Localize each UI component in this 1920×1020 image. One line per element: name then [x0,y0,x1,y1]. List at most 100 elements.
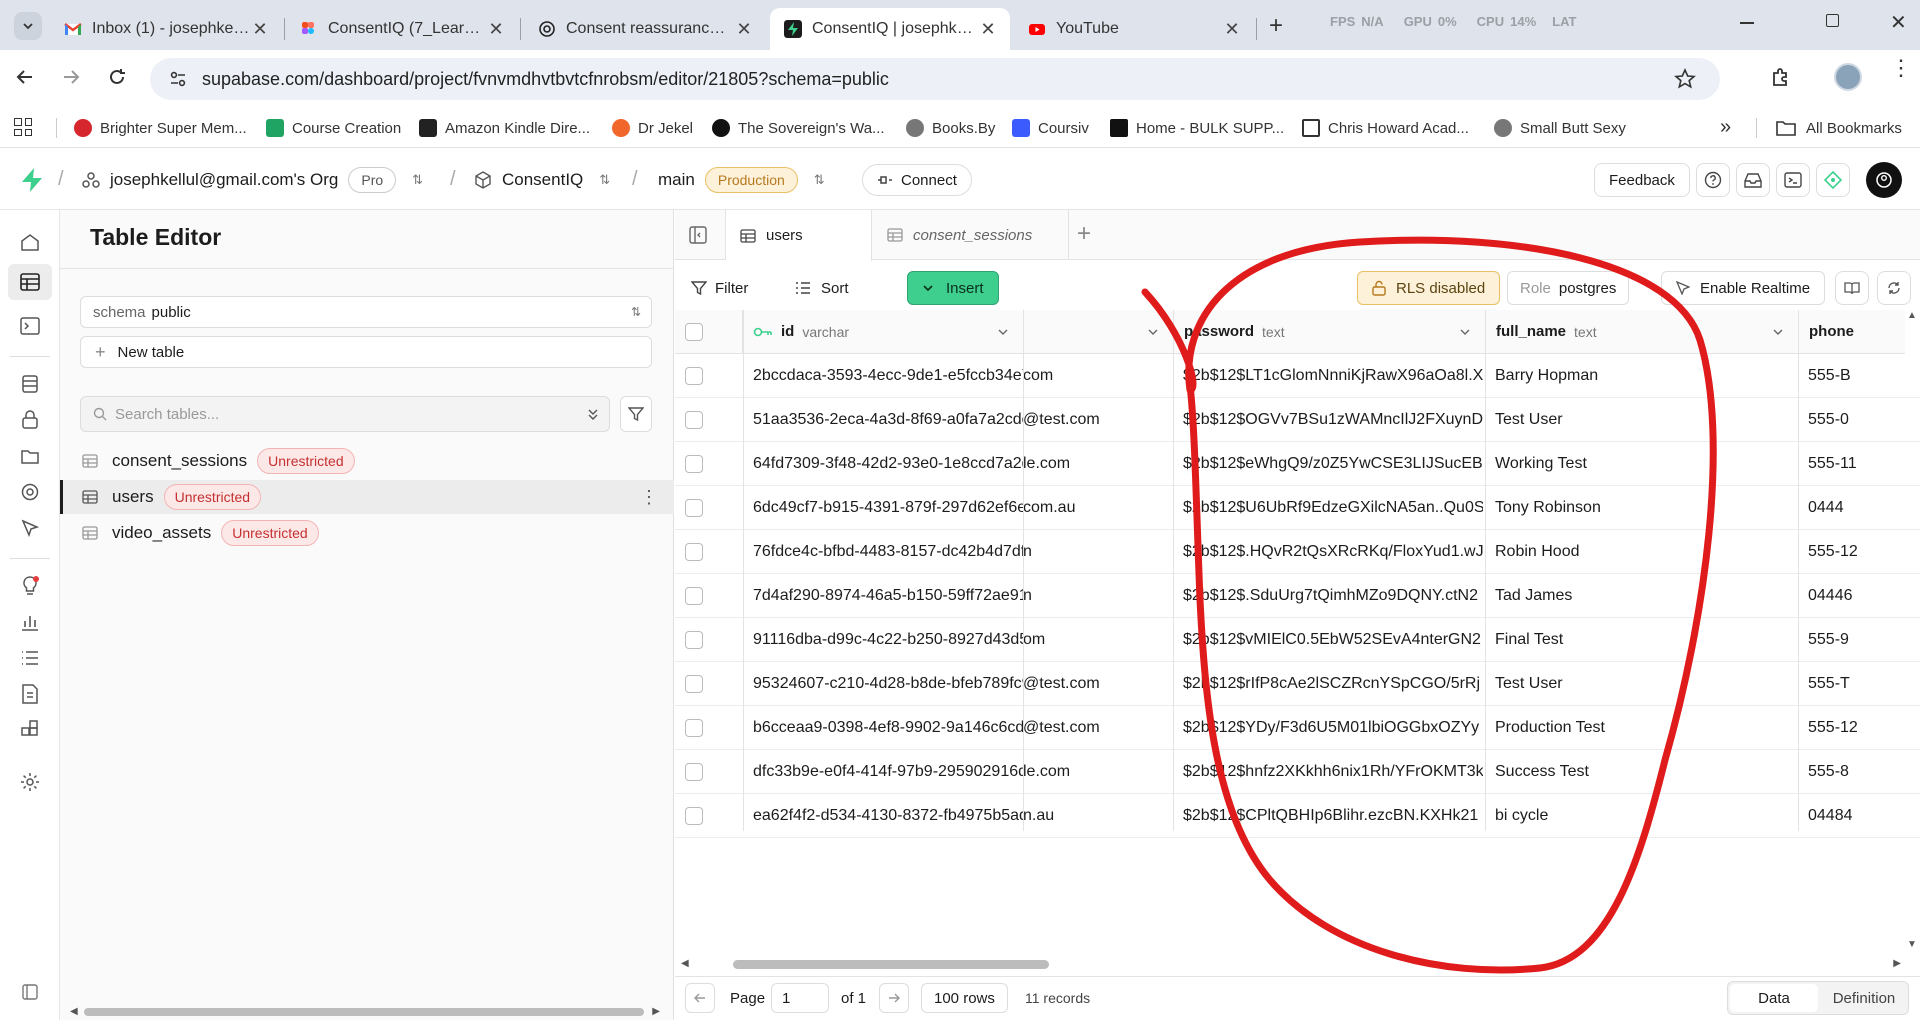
cell-id[interactable]: b6cceaa9-0398-4ef8-9902-9a146c6cdbc [753,706,1023,750]
cell-phone[interactable]: 555-12 [1808,530,1904,574]
cell-full-name[interactable]: Test User [1495,662,1795,706]
address-bar[interactable]: supabase.com/dashboard/project/fvnvmdhvt… [150,58,1720,100]
schema-selector[interactable]: schema public ⇅ [80,296,652,328]
cell-password[interactable]: $2b$12$OGVv7BSu1zWAMncIlJ2FXuynD [1183,398,1483,442]
row-checkbox[interactable] [685,631,703,649]
add-tab-button[interactable]: + [1077,220,1091,248]
enable-realtime-button[interactable]: Enable Realtime [1661,271,1826,305]
close-icon[interactable]: ✕ [978,19,998,40]
cell-password[interactable]: $2b$12$U6UbRf9EdzeGXilcNA5an..Qu0S [1183,486,1483,530]
terminal-button[interactable] [1776,163,1810,197]
table-row[interactable]: 7d4af290-8974-46a5-b150-59ff72ae91a3 n $2b… [675,574,1920,618]
rls-disabled-button[interactable]: RLS disabled [1357,271,1501,305]
scroll-up-icon[interactable]: ▲ [1907,310,1917,321]
ai-assistant-button[interactable] [1816,163,1850,197]
definition-tab[interactable]: Definition [1820,982,1908,1014]
cell-phone[interactable]: 555-9 [1808,618,1904,662]
nav-api-docs[interactable] [16,680,44,708]
bookmark-item[interactable]: Home - BULK SUPP... [1110,116,1284,140]
cell-phone[interactable]: 555-12 [1808,706,1904,750]
column-header-email[interactable] [1023,310,1173,354]
row-checkbox[interactable] [685,587,703,605]
scroll-left-icon[interactable]: ◀ [70,1006,78,1017]
cell-email[interactable]: om [1023,618,1173,662]
table-row[interactable]: 64fd7309-3f48-42d2-93e0-1e8ccd7a2d12 le.c… [675,442,1920,486]
extensions-button[interactable] [1770,66,1792,88]
rows-per-page-selector[interactable]: 100 rows [921,983,1008,1013]
cell-phone[interactable]: 555-0 [1808,398,1904,442]
cell-full-name[interactable]: Final Test [1495,618,1795,662]
bookmark-item[interactable]: Amazon Kindle Dire... [419,116,590,140]
cell-password[interactable]: $2b$12$hnfz2XKkhh6nix1Rh/YFrOKMT3k [1183,750,1483,794]
cell-full-name[interactable]: Working Test [1495,442,1795,486]
cell-full-name[interactable]: Test User [1495,398,1795,442]
cell-full-name[interactable]: Barry Hopman [1495,354,1795,398]
nav-integrations[interactable] [16,716,44,744]
account-avatar[interactable] [1866,162,1902,198]
feedback-button[interactable]: Feedback [1594,163,1690,197]
table-row[interactable]: 91116dba-d99c-4c22-b250-8927d43d5b87om$2… [675,618,1920,662]
table-row[interactable]: 2bccdaca-3593-4ecc-9de1-e5fccb34e70c com $… [675,354,1920,398]
nav-reports[interactable] [16,608,44,636]
table-item-users[interactable]: users Unrestricted ⋮ [60,480,674,514]
new-tab-button[interactable]: + [1262,12,1290,40]
close-icon[interactable]: ✕ [734,19,754,40]
cell-password[interactable]: $2b$12$.SduUrg7tQimhMZo9DQNY.ctN2 [1183,574,1483,618]
table-row[interactable]: 95324607-c210-4d28-b8de-bfeb789fc9d1 @tes… [675,662,1920,706]
cell-id[interactable]: 7d4af290-8974-46a5-b150-59ff72ae91a3 [753,574,1023,618]
cell-password[interactable]: $2b$12$vMIElC0.5EbW52SEvA4nterGN2 [1183,618,1483,662]
cell-id[interactable]: 64fd7309-3f48-42d2-93e0-1e8ccd7a2d12 [753,442,1023,486]
bookmark-item[interactable]: Books.By [906,116,995,140]
scroll-thumb[interactable] [733,960,1049,969]
cell-password[interactable]: $2b$12$rIfP8cAe2lSCZRcnYSpCGO/5rRj [1183,662,1483,706]
nav-auth[interactable] [16,406,44,434]
cell-id[interactable]: 95324607-c210-4d28-b8de-bfeb789fc9d1 [753,662,1023,706]
reload-button[interactable] [106,66,128,88]
window-close-button[interactable]: ✕ [1890,10,1907,35]
cell-full-name[interactable]: Tony Robinson [1495,486,1795,530]
bookmark-item[interactable]: Brighter Super Mem... [74,116,247,140]
all-bookmarks[interactable]: All Bookmarks [1776,116,1902,140]
help-button[interactable] [1696,163,1730,197]
cell-password[interactable]: $2b$12$eWhgQ9/z0Z5YwCSE3LIJSucEB [1183,442,1483,486]
grid-horizontal-scrollbar[interactable]: ◀ ▶ [681,958,1901,970]
tab-search-button[interactable] [14,12,42,40]
bookmark-item[interactable]: Course Creation [266,116,401,140]
site-settings-icon[interactable] [168,69,188,89]
row-checkbox[interactable] [685,675,703,693]
cell-email[interactable]: le.com [1023,442,1173,486]
tab-users[interactable]: users [726,210,872,261]
browser-tab-youtube[interactable]: YouTube ✕ [1014,8,1254,50]
cell-full-name[interactable]: Success Test [1495,750,1795,794]
row-checkbox[interactable] [685,807,703,825]
data-tab[interactable]: Data [1730,984,1818,1012]
cell-full-name[interactable]: Production Test [1495,706,1795,750]
docs-button[interactable] [1835,271,1869,305]
cell-phone[interactable]: 04484 [1808,794,1904,838]
close-icon[interactable]: ✕ [250,19,270,40]
star-icon[interactable] [1674,68,1696,90]
nav-functions[interactable] [16,478,44,506]
column-header-full-name[interactable]: full_name text [1485,310,1798,354]
apps-grid-icon[interactable] [14,118,32,136]
cell-phone[interactable]: 555-B [1808,354,1904,398]
tab-consent-sessions[interactable]: consent_sessions [873,210,1069,260]
back-button[interactable] [14,66,36,88]
org-selector[interactable]: josephkellul@gmail.com's Org Pro ⇅ [82,149,423,210]
cell-email[interactable]: n [1023,574,1173,618]
inbox-button[interactable] [1736,163,1770,197]
profile-avatar[interactable] [1834,63,1862,91]
more-menu-icon[interactable]: ⋮ [1890,57,1912,79]
bookmark-item[interactable]: Chris Howard Acad... [1302,116,1469,140]
scroll-right-icon[interactable]: ▶ [1893,958,1901,969]
next-page-button[interactable] [879,983,909,1013]
sort-button[interactable]: Sort [795,272,849,304]
nav-realtime[interactable] [16,514,44,542]
bookmark-item[interactable]: Coursiv [1012,116,1089,140]
cell-id[interactable]: 2bccdaca-3593-4ecc-9de1-e5fccb34e70c [753,354,1023,398]
cell-id[interactable]: dfc33b9e-e0f4-414f-97b9-295902916d85 [753,750,1023,794]
cell-password[interactable]: $2b$12$.HQvR2tQsXRcRKq/FloxYud1.wJl [1183,530,1483,574]
filter-button[interactable]: Filter [691,272,748,304]
bookmark-item[interactable]: Dr Jekel [612,116,693,140]
cell-phone[interactable]: 555-11 [1808,442,1904,486]
